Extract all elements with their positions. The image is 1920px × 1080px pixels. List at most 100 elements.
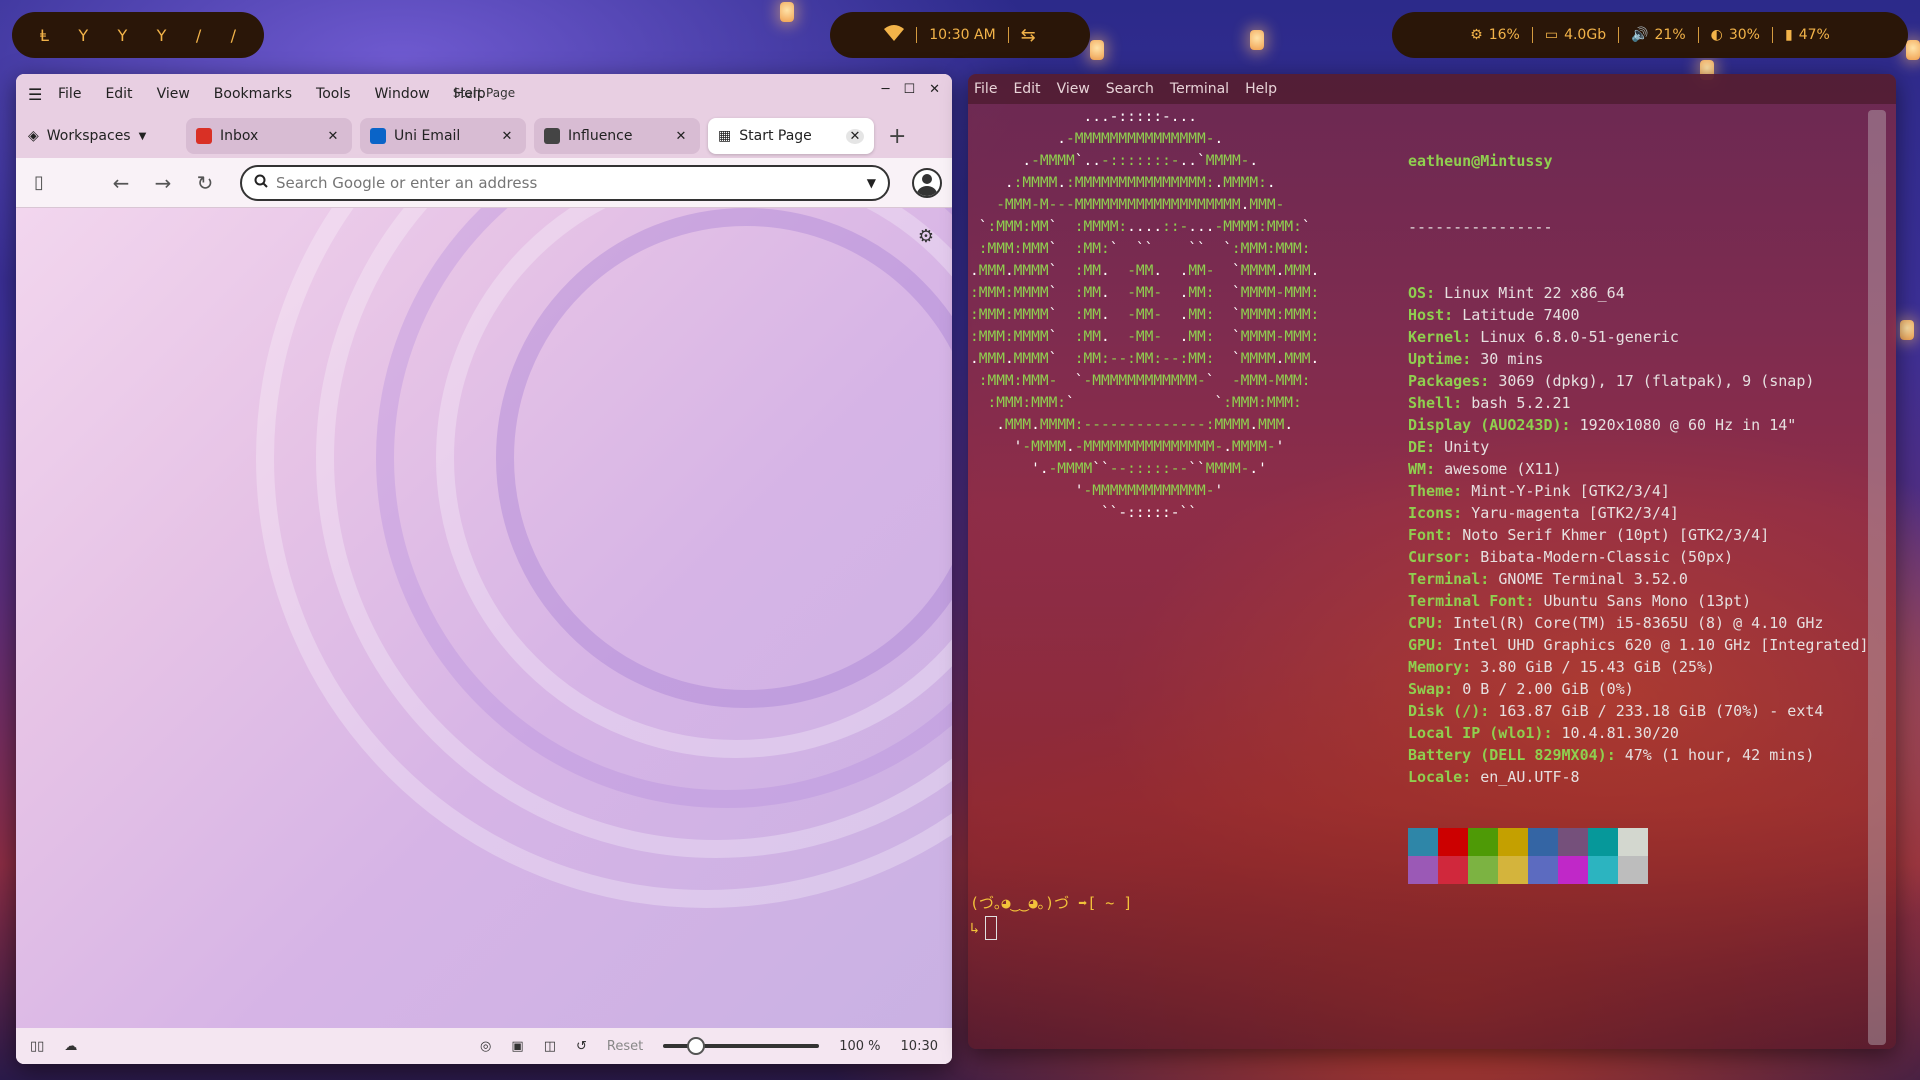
workspace-5[interactable]: / [196, 26, 201, 45]
info-key: CPU [1408, 614, 1436, 632]
info-key: Swap [1408, 680, 1445, 698]
address-bar[interactable]: ▼ [240, 164, 890, 201]
brightness-value: 30% [1728, 27, 1760, 43]
system-stats: ⚙ 16% ▭ 4.0Gb 🔊 21% ◐ 30% ▮ 47% [1392, 12, 1908, 58]
cloud-icon[interactable]: ☁ [64, 1039, 77, 1054]
battery-stat[interactable]: ▮ 47% [1785, 27, 1830, 43]
shell-input-line[interactable]: ↳ [970, 916, 998, 940]
wallpaper-lantern [780, 2, 794, 22]
terminal-output[interactable]: ...-:::::-... .-MMMMMMMMMMMMMMM-. .-MMMM… [968, 104, 1869, 1049]
page-actions-icon[interactable]: ▣ [511, 1039, 523, 1054]
palette-swatch [1528, 856, 1558, 884]
panels-icon[interactable]: ▯▯ [30, 1039, 44, 1054]
palette-swatch [1498, 856, 1528, 884]
logo-line: ...-:::::-... [970, 109, 1197, 125]
logo-line: :MMM:MMMM` :MM. -MM- .MM: `MMMM:MMM: [970, 307, 1320, 323]
tiling-icon[interactable]: ◫ [544, 1039, 556, 1054]
info-value: 3069 (dpkg), 17 (flatpak), 9 (snap) [1498, 372, 1815, 390]
navigation-bar: ▯ ← → ↻ ▼ [16, 158, 952, 208]
clock-time[interactable]: 10:30 AM [929, 27, 995, 43]
info-row: Font: Noto Serif Khmer (10pt) [GTK2/3/4] [1408, 524, 1869, 546]
term-menu-help[interactable]: Help [1245, 81, 1277, 97]
menu-view[interactable]: View [157, 86, 190, 102]
profile-avatar[interactable] [912, 167, 942, 198]
info-row: Disk (/): 163.87 GiB / 233.18 GiB (70%) … [1408, 700, 1869, 722]
menu-bookmarks[interactable]: Bookmarks [214, 86, 292, 102]
term-menu-terminal[interactable]: Terminal [1170, 81, 1229, 97]
brightness-stat[interactable]: ◐ 30% [1711, 27, 1760, 43]
term-menu-search[interactable]: Search [1106, 81, 1154, 97]
cpu-stat[interactable]: ⚙ 16% [1470, 27, 1520, 43]
logo-line: .:MMMM.:MMMMMMMMMMMMMMM:.MMMM:. [970, 175, 1276, 191]
menu-file[interactable]: File [58, 86, 81, 102]
gear-icon[interactable]: ⚙ [918, 226, 934, 247]
tab-close-icon[interactable]: ✕ [498, 129, 516, 144]
term-menu-file[interactable]: File [974, 81, 997, 97]
address-input[interactable] [276, 173, 859, 192]
zoom-reset-button[interactable]: Reset [607, 1039, 643, 1054]
tab-close-icon[interactable]: ✕ [846, 128, 864, 144]
info-key: Battery (DELL 829MX04) [1408, 746, 1607, 764]
info-row: DE: Unity [1408, 436, 1869, 458]
workspace-2[interactable]: Y [78, 26, 88, 45]
maximize-icon[interactable]: ☐ [903, 82, 915, 97]
wallpaper-lantern [1900, 320, 1914, 340]
tab-inbox[interactable]: Inbox ✕ [186, 118, 352, 154]
tab-label: Influence [568, 128, 633, 144]
menu-help[interactable]: Help [454, 86, 486, 102]
workspace-6[interactable]: / [231, 26, 236, 45]
sidebar-toggle-icon[interactable]: ▯ [26, 172, 52, 193]
logo-line: :MMM:MMM` :MM:` `` `` `:MMM:MMM: [978, 241, 1311, 257]
info-colon: : [1480, 702, 1499, 720]
window-controls: ─ ☐ ✕ [882, 82, 940, 97]
forward-arrow-icon[interactable]: → [150, 171, 176, 195]
zoom-slider-knob[interactable] [686, 1037, 705, 1055]
info-key: Uptime [1408, 350, 1463, 368]
term-menu-view[interactable]: View [1057, 81, 1090, 97]
new-tab-button[interactable]: + [888, 124, 906, 149]
workspace-1[interactable]: Ⱡ [40, 26, 49, 45]
browser-menubar: ☰ File Edit View Bookmarks Tools Window … [16, 74, 952, 114]
tab-close-icon[interactable]: ✕ [672, 129, 690, 144]
tab-start-page[interactable]: ▦ Start Page ✕ [708, 118, 874, 154]
menu-tools[interactable]: Tools [316, 86, 351, 102]
chevron-down-icon[interactable]: ▼ [867, 176, 876, 190]
minimize-icon[interactable]: ─ [882, 82, 890, 97]
info-separator: ---------------- [1408, 218, 1553, 236]
palette-swatch [1468, 828, 1498, 856]
info-row: Terminal Font: Ubuntu Sans Mono (13pt) [1408, 590, 1869, 612]
menu-edit[interactable]: Edit [105, 86, 132, 102]
workspace-3[interactable]: Y [117, 26, 127, 45]
info-colon: : [1426, 460, 1445, 478]
wifi-icon[interactable] [884, 24, 905, 46]
menu-window[interactable]: Window [375, 86, 430, 102]
reload-icon[interactable]: ↻ [192, 171, 218, 195]
sync-icon[interactable]: ↺ [576, 1039, 587, 1054]
info-row: GPU: Intel UHD Graphics 620 @ 1.10 GHz [… [1408, 634, 1869, 656]
info-value: 30 mins [1480, 350, 1544, 368]
columns-icon [544, 128, 560, 144]
tab-label: Start Page [739, 128, 812, 144]
zoom-slider[interactable] [663, 1037, 820, 1055]
info-value: Intel(R) Core(TM) i5-8365U (8) @ 4.10 GH… [1453, 614, 1824, 632]
terminal-scrollbar[interactable] [1868, 110, 1886, 1045]
palette-swatch [1588, 828, 1618, 856]
palette-swatch [1408, 828, 1438, 856]
workspaces-button[interactable]: ◈ Workspaces ▼ [24, 128, 178, 144]
hamburger-menu-icon[interactable]: ☰ [28, 85, 58, 104]
info-row: Memory: 3.80 GiB / 15.43 GiB (25%) [1408, 656, 1869, 678]
workspace-4[interactable]: Y [157, 26, 167, 45]
bluetooth-icon[interactable]: ⇆ [1021, 25, 1036, 46]
term-menu-edit[interactable]: Edit [1013, 81, 1040, 97]
info-value: bash 5.2.21 [1471, 394, 1571, 412]
tab-influence[interactable]: Influence ✕ [534, 118, 700, 154]
screenshot-icon[interactable]: ◎ [480, 1039, 491, 1054]
fastfetch-info: eatheun@Mintussy ---------------- OS: Li… [1408, 106, 1869, 788]
volume-stat[interactable]: 🔊 21% [1631, 27, 1686, 43]
back-arrow-icon[interactable]: ← [108, 171, 134, 195]
memory-stat[interactable]: ▭ 4.0Gb [1545, 27, 1606, 43]
tab-close-icon[interactable]: ✕ [324, 129, 342, 144]
close-icon[interactable]: ✕ [929, 82, 940, 97]
info-row: Swap: 0 B / 2.00 GiB (0%) [1408, 678, 1869, 700]
tab-uni-email[interactable]: Uni Email ✕ [360, 118, 526, 154]
